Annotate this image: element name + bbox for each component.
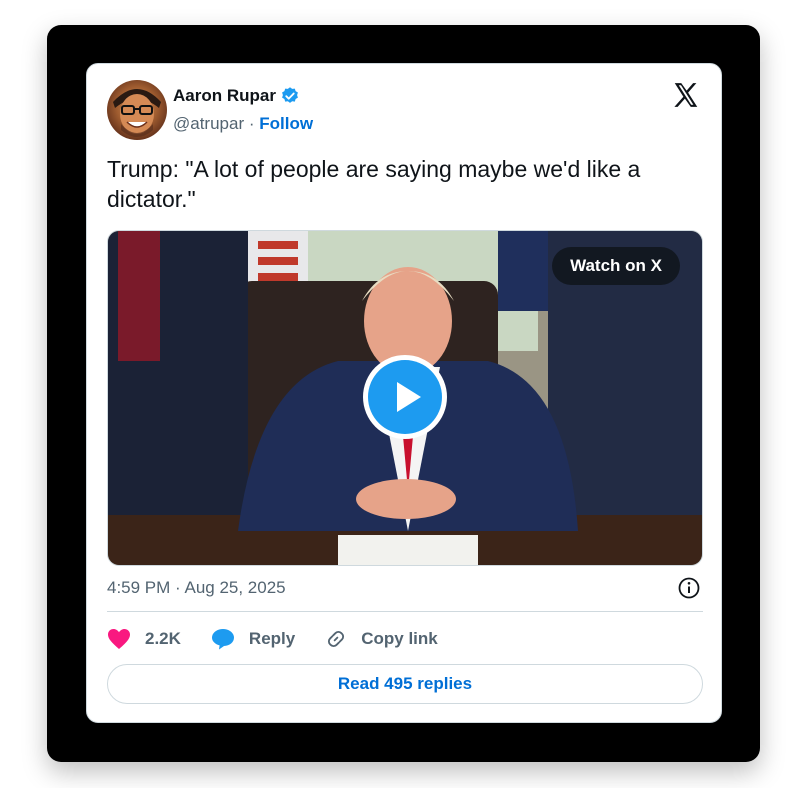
author-handle-row: @atrupar · Follow: [173, 114, 313, 134]
action-bar: 2.2K Reply Copy link: [107, 624, 468, 654]
like-count: 2.2K: [145, 629, 181, 648]
reply-button[interactable]: Reply: [211, 628, 295, 650]
info-icon[interactable]: [677, 576, 701, 600]
avatar[interactable]: [107, 80, 167, 140]
heart-icon: [108, 629, 130, 649]
x-logo-icon[interactable]: [671, 80, 701, 110]
read-replies-button[interactable]: Read 495 replies: [107, 664, 703, 704]
tweet-card: Aaron Rupar @atrupar · Follow Trump: "A …: [86, 63, 722, 723]
handle-separator: ·: [248, 114, 255, 133]
follow-button[interactable]: Follow: [259, 114, 313, 133]
like-button[interactable]: 2.2K: [107, 628, 181, 650]
reply-label: Reply: [248, 629, 296, 648]
author-handle[interactable]: @atrupar: [173, 114, 244, 133]
tweet-text: Trump: "A lot of people are saying maybe…: [107, 156, 641, 212]
tweet-timestamp[interactable]: 4:59 PM · Aug 25, 2025: [107, 578, 286, 598]
video-player[interactable]: Watch on X: [107, 230, 703, 566]
author-name[interactable]: Aaron Rupar: [173, 86, 276, 106]
play-button[interactable]: [363, 355, 447, 439]
verified-badge-icon: [282, 87, 298, 103]
copy-link-label: Copy link: [361, 629, 438, 648]
link-icon: [328, 630, 345, 648]
author-name-row: Aaron Rupar: [173, 86, 300, 106]
tweet-header: Aaron Rupar @atrupar · Follow: [107, 80, 701, 140]
watch-on-x-button[interactable]: Watch on X: [552, 247, 680, 285]
copy-link-button[interactable]: Copy link: [325, 628, 438, 650]
speech-bubble-icon: [211, 629, 234, 650]
tweet-meta: 4:59 PM · Aug 25, 2025: [107, 576, 703, 612]
play-icon: [397, 382, 421, 412]
